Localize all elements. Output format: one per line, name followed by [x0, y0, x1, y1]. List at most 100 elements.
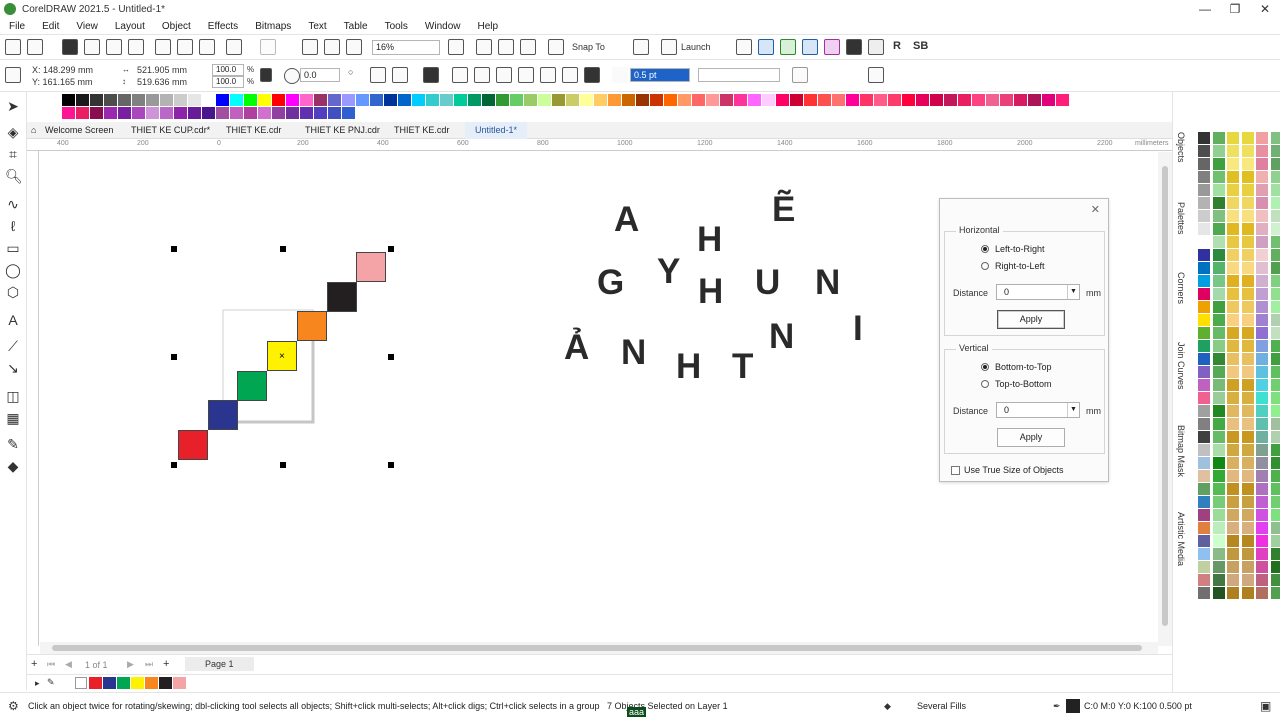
color-swatch[interactable] [1042, 94, 1056, 106]
color-swatch[interactable] [1256, 301, 1269, 314]
color-swatch[interactable] [1256, 132, 1269, 145]
color-swatch[interactable] [1198, 197, 1211, 210]
color-swatch[interactable] [1227, 288, 1240, 301]
color-swatch[interactable] [1212, 470, 1226, 483]
stair-square[interactable] [178, 430, 208, 460]
color-swatch[interactable] [1212, 444, 1226, 457]
color-swatch[interactable] [1056, 94, 1070, 106]
color-swatch[interactable] [860, 94, 874, 106]
selection-handle-mr[interactable] [388, 354, 394, 360]
stair-square[interactable] [326, 281, 357, 312]
color-swatch[interactable] [1241, 275, 1255, 288]
color-swatch[interactable] [1270, 418, 1280, 431]
menu-effects[interactable]: Effects [199, 21, 246, 32]
color-swatch[interactable] [1270, 327, 1280, 340]
front-minus-back-icon[interactable] [540, 67, 556, 83]
color-swatch[interactable] [1270, 249, 1280, 262]
color-swatch[interactable] [1227, 431, 1240, 444]
minimize-button[interactable]: — [1190, 0, 1220, 18]
last-page-icon[interactable]: ⏭ [145, 659, 153, 670]
color-swatch[interactable] [1256, 470, 1269, 483]
color-swatch[interactable] [1270, 353, 1280, 366]
color-swatch[interactable] [1198, 418, 1211, 431]
color-swatch[interactable] [566, 94, 580, 106]
color-swatch[interactable] [1227, 353, 1240, 366]
crop-tool-icon[interactable]: ⌗ [5, 146, 21, 162]
color-swatch[interactable] [1270, 561, 1280, 574]
color-swatch[interactable] [748, 94, 762, 106]
no-color-swatch[interactable] [75, 677, 87, 689]
connector-tool-icon[interactable]: ↘ [5, 360, 21, 376]
color-swatch[interactable] [1198, 431, 1211, 444]
color-swatch[interactable] [1270, 535, 1280, 548]
color-swatch[interactable] [1212, 509, 1226, 522]
color-swatch[interactable] [132, 94, 146, 106]
color-swatch[interactable] [76, 107, 90, 119]
color-swatch[interactable] [1241, 431, 1255, 444]
color-swatch[interactable] [1198, 574, 1211, 587]
open-icon[interactable] [27, 39, 43, 55]
color-swatch[interactable] [1241, 522, 1255, 535]
color-swatch[interactable] [1227, 379, 1240, 392]
canvas-letter[interactable]: U [755, 265, 780, 300]
zoom-tool-icon[interactable]: 🔍︎ [5, 168, 23, 184]
color-swatch[interactable] [1198, 353, 1211, 366]
docker-join-curves[interactable]: Join Curves [1176, 342, 1186, 390]
color-swatch[interactable] [1227, 314, 1240, 327]
color-swatch[interactable] [1212, 431, 1226, 444]
color-swatch[interactable] [1212, 457, 1226, 470]
color-swatch[interactable] [944, 94, 958, 106]
color-swatch[interactable] [1212, 314, 1226, 327]
color-swatch[interactable] [1241, 548, 1255, 561]
color-palette-column[interactable] [1227, 132, 1240, 600]
mirror-vertical-icon[interactable] [392, 67, 408, 83]
color-swatch[interactable] [1256, 314, 1269, 327]
color-swatch[interactable] [1270, 444, 1280, 457]
color-swatch[interactable] [552, 94, 566, 106]
color-swatch[interactable] [1227, 301, 1240, 314]
color-swatch[interactable] [986, 94, 1000, 106]
color-swatch[interactable] [1212, 574, 1226, 587]
vertical-scrollbar[interactable] [1158, 152, 1172, 646]
color-swatch[interactable] [538, 94, 552, 106]
color-palette-column[interactable] [1198, 132, 1211, 600]
color-swatch[interactable] [342, 107, 356, 119]
color-swatch[interactable] [1227, 457, 1240, 470]
color-swatch[interactable] [1212, 392, 1226, 405]
document-color-swatch[interactable] [131, 677, 145, 689]
scale-width-field[interactable]: 100.0 [212, 64, 244, 76]
color-swatch[interactable] [90, 94, 104, 106]
color-swatch[interactable] [1241, 327, 1255, 340]
color-swatch[interactable] [1198, 236, 1211, 249]
corel-trace-icon[interactable] [802, 39, 818, 55]
x-position-field[interactable]: X: 148.299 mm [32, 65, 93, 75]
color-swatch[interactable] [1256, 288, 1269, 301]
color-swatch[interactable] [1198, 158, 1211, 171]
color-swatch[interactable] [1241, 587, 1255, 600]
menu-help[interactable]: Help [469, 21, 507, 32]
color-swatch[interactable] [1212, 184, 1226, 197]
plugin-icon[interactable] [846, 39, 862, 55]
color-swatch[interactable] [1227, 210, 1240, 223]
top-to-bottom-radio[interactable]: Top-to-Bottom [981, 379, 1052, 389]
color-swatch[interactable] [1241, 223, 1255, 236]
show-guidelines-icon[interactable] [520, 39, 536, 55]
restore-button[interactable]: ❐ [1220, 0, 1250, 18]
color-swatch[interactable] [230, 107, 244, 119]
color-swatch[interactable] [1212, 379, 1226, 392]
document-color-swatch[interactable] [145, 677, 159, 689]
color-palette-column[interactable] [1212, 132, 1226, 600]
selection-handle-bl[interactable] [171, 462, 177, 468]
color-swatch[interactable] [1212, 158, 1226, 171]
tab-thiet-ke-pnj[interactable]: THIET KE PNJ.cdr [305, 122, 380, 139]
color-swatch[interactable] [1198, 561, 1211, 574]
horizontal-distance-field[interactable]: 0 ▼ [996, 284, 1080, 300]
docker-artistic-media[interactable]: Artistic Media [1176, 512, 1186, 566]
color-swatch[interactable] [104, 107, 118, 119]
add-page-end-icon[interactable]: + [163, 658, 169, 670]
tab-thiet-ke-1[interactable]: THIET KE.cdr [226, 122, 281, 139]
color-swatch[interactable] [1227, 470, 1240, 483]
color-swatch[interactable] [1212, 405, 1226, 418]
color-swatch[interactable] [1227, 158, 1240, 171]
back-minus-front-icon[interactable] [562, 67, 578, 83]
